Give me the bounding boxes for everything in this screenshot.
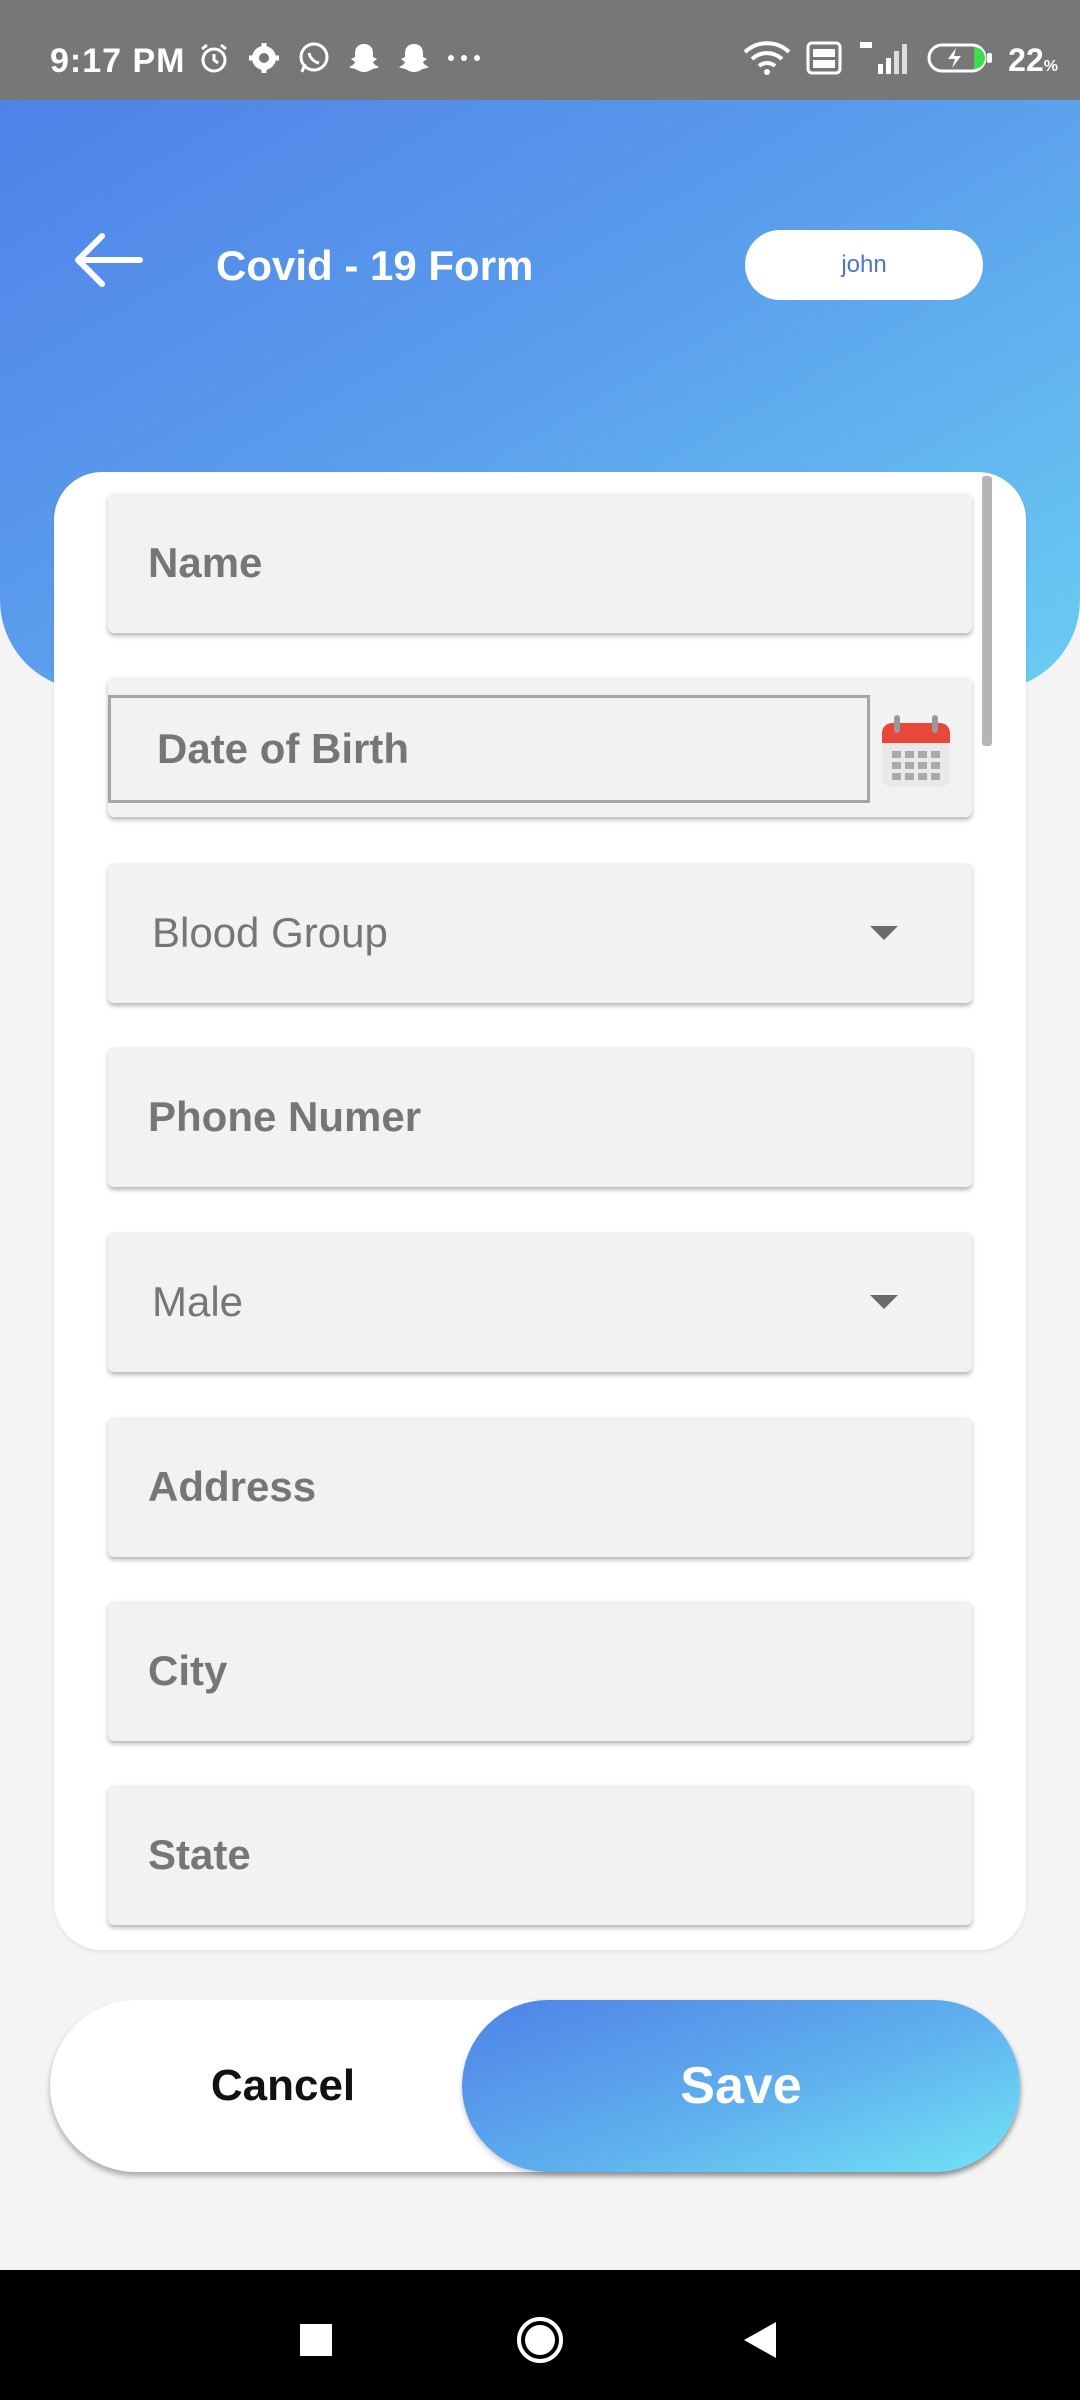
date-of-birth-field: Date of Birth <box>108 677 972 817</box>
user-chip[interactable]: john <box>745 230 983 300</box>
gender-dropdown[interactable]: Male <box>108 1232 972 1372</box>
battery-charging-icon <box>926 41 994 80</box>
alarm-icon <box>196 40 232 76</box>
home-button[interactable] <box>500 2300 580 2380</box>
city-field[interactable]: City <box>108 1601 972 1741</box>
calendar-icon[interactable] <box>880 713 952 791</box>
gender-label: Male <box>152 1278 244 1325</box>
settings-icon <box>246 40 282 76</box>
back-nav-button[interactable] <box>720 2300 800 2380</box>
state-label: State <box>148 1831 251 1878</box>
snapchat-icon <box>396 40 432 76</box>
phone-number-label: Phone Numer <box>148 1093 422 1140</box>
status-time: 9:17 PM <box>50 42 186 80</box>
recents-button[interactable] <box>276 2300 356 2380</box>
square-icon <box>300 2324 332 2356</box>
whatsapp-icon <box>296 40 332 76</box>
wifi-icon <box>742 40 792 81</box>
name-field-label: Name <box>148 539 263 586</box>
save-button[interactable]: Save <box>462 2000 1020 2172</box>
state-field[interactable]: State <box>108 1785 972 1925</box>
snapchat-icon <box>346 40 382 76</box>
arrow-left-icon <box>75 233 143 287</box>
chevron-down-icon <box>870 1295 898 1309</box>
blood-group-label: Blood Group <box>152 909 388 956</box>
signal-4g-icon <box>856 40 912 81</box>
date-of-birth-label: Date of Birth <box>157 725 409 772</box>
status-bar: 9:17 PM 22% <box>0 0 1080 100</box>
cancel-button[interactable]: Cancel <box>50 2000 516 2172</box>
blood-group-dropdown[interactable]: Blood Group <box>108 863 972 1003</box>
scrollbar[interactable] <box>982 476 992 746</box>
phone-number-field[interactable]: Phone Numer <box>108 1047 972 1187</box>
address-field[interactable]: Address <box>108 1417 972 1557</box>
more-icon <box>446 40 482 76</box>
notification-icons <box>196 40 482 76</box>
back-button[interactable] <box>70 230 144 290</box>
volte-icon <box>806 41 842 80</box>
address-label: Address <box>148 1463 317 1510</box>
circle-icon <box>517 2317 563 2363</box>
city-label: City <box>148 1647 228 1694</box>
battery-percentage: 22% <box>1008 42 1058 78</box>
system-status-icons: 22% <box>742 40 1058 81</box>
triangle-back-icon <box>744 2322 776 2358</box>
name-field[interactable]: Name <box>108 493 972 633</box>
date-of-birth-input[interactable]: Date of Birth <box>108 695 870 803</box>
chevron-down-icon <box>870 926 898 940</box>
page-title: Covid - 19 Form <box>216 242 534 289</box>
